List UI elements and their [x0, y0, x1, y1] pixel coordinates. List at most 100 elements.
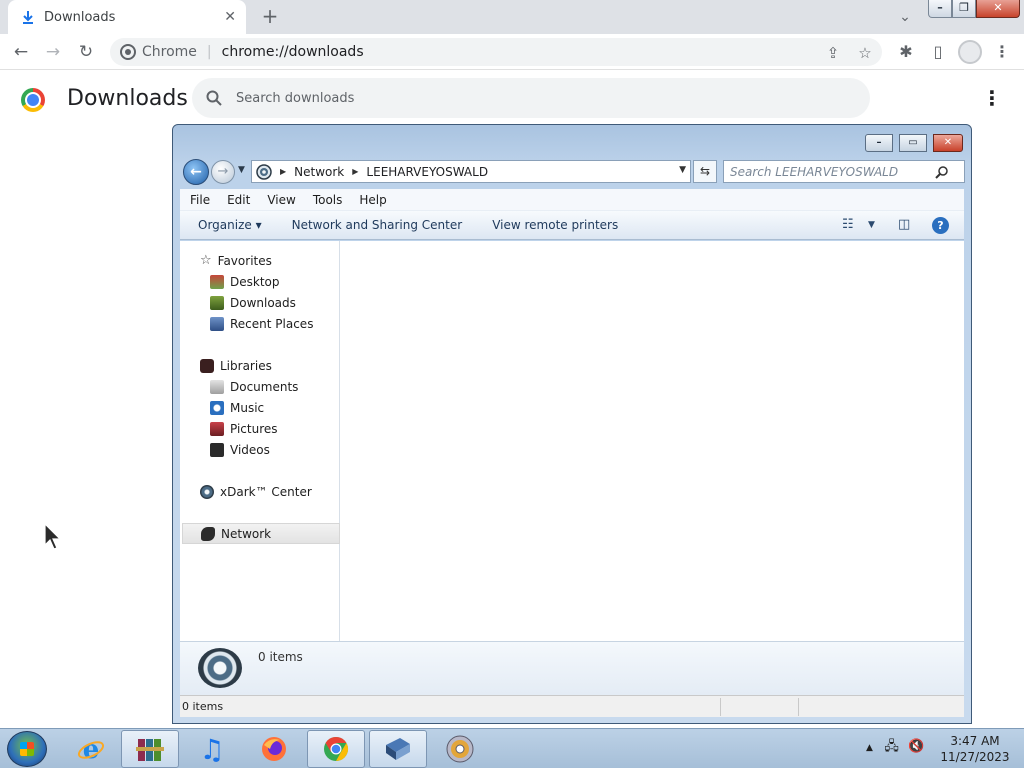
recent-pages-dropdown-icon[interactable]: ▼ [238, 165, 245, 175]
taskbar-explorer-button[interactable] [369, 730, 427, 768]
clock-date: 11/27/2023 [940, 750, 1010, 764]
status-divider [798, 698, 799, 716]
status-bar: 0 items [180, 695, 964, 717]
view-options-dropdown-icon[interactable]: ▼ [868, 220, 875, 230]
firefox-icon[interactable] [245, 730, 303, 768]
network-icon [201, 526, 215, 541]
breadcrumb-computer[interactable]: LEEHARVEYOSWALD [366, 165, 488, 179]
menu-file[interactable]: File [190, 193, 210, 207]
mouse-cursor-icon [44, 523, 62, 550]
menu-edit[interactable]: Edit [227, 193, 250, 207]
preview-pane-icon[interactable]: ◫ [898, 217, 910, 232]
menu-tools[interactable]: Tools [313, 193, 343, 207]
change-view-icon[interactable]: ☷ [842, 217, 854, 232]
menu-view[interactable]: View [267, 193, 295, 207]
chrome-logo-icon [21, 88, 45, 112]
omnibox-url[interactable]: chrome://downloads [222, 44, 364, 60]
nav-downloads-label: Downloads [230, 295, 296, 310]
explorer-window: – ▭ ✕ ← → ▼ ▶ Network ▶ LEEHARVEYOSWALD … [172, 124, 972, 724]
browser-menu-icon[interactable]: ⋮ [990, 40, 1014, 64]
nav-libraries[interactable]: Libraries [200, 355, 358, 376]
reload-icon[interactable]: ↻ [74, 40, 98, 64]
profile-avatar[interactable] [958, 40, 982, 64]
refresh-icon[interactable]: ⇆ [693, 160, 717, 183]
share-icon[interactable]: ⇪ [822, 42, 844, 64]
breadcrumb-separator[interactable]: ▶ [352, 167, 358, 176]
tab-search-icon[interactable]: ⌄ [894, 6, 916, 28]
music-note-icon: ♫ [199, 732, 225, 766]
network-status-icon[interactable]: 🖧 [884, 739, 899, 754]
nav-xdark-center[interactable]: xDark™ Center [200, 481, 358, 502]
maximize-icon: ▭ [908, 137, 918, 148]
nav-xdark-center-label: xDark™ Center [220, 484, 312, 499]
minimize-icon: – [876, 137, 882, 148]
taskbar-winrar-button[interactable] [121, 730, 179, 768]
network-window-icon [386, 738, 410, 760]
clock-time: 3:47 AM [950, 734, 1000, 748]
page-menu-icon[interactable]: ⋮ [982, 86, 1002, 110]
recent-places-icon [210, 316, 224, 331]
network-computer-icon [198, 648, 242, 688]
nav-recent-places-label: Recent Places [230, 316, 314, 331]
chrome-site-icon [120, 44, 136, 60]
omnibox[interactable]: Chrome | chrome://downloads ⇪ ☆ [110, 38, 882, 66]
status-item-count: 0 items [182, 700, 224, 713]
tab-close-icon[interactable]: ✕ [224, 9, 236, 25]
libraries-icon [200, 358, 214, 373]
address-bar[interactable]: ▶ Network ▶ LEEHARVEYOSWALD ▼ [251, 160, 691, 183]
nav-favorites-label: Favorites [217, 253, 272, 268]
nav-network-label: Network [221, 526, 272, 541]
taskbar-chrome-button[interactable] [307, 730, 365, 768]
navigation-pane: ☆ Favorites Desktop Downloads Recent Pla… [180, 241, 340, 641]
explorer-search-box[interactable] [723, 160, 965, 183]
menu-help[interactable]: Help [359, 193, 386, 207]
nav-favorites[interactable]: ☆ Favorites [200, 250, 358, 271]
start-button[interactable] [7, 731, 47, 767]
omnibox-separator: | [206, 44, 212, 60]
explorer-forward-button[interactable]: → [211, 160, 235, 184]
disc-icon [446, 735, 474, 763]
explorer-close-button[interactable]: ✕ [933, 134, 963, 152]
music-icon [210, 400, 224, 415]
details-pane: 0 items [180, 641, 964, 695]
side-panel-icon[interactable]: ▯ [926, 40, 950, 64]
taskbar-clock[interactable]: 3:47 AM 11/27/2023 [940, 733, 1010, 765]
address-dropdown-icon[interactable]: ▼ [679, 165, 686, 175]
view-remote-printers-button[interactable]: View remote printers [492, 218, 618, 232]
new-tab-button[interactable]: + [258, 4, 282, 28]
download-icon [23, 11, 33, 24]
network-sharing-center-button[interactable]: Network and Sharing Center [292, 218, 463, 232]
dvd-player-icon[interactable] [431, 730, 489, 768]
tab-downloads[interactable]: Downloads ✕ [8, 0, 246, 34]
show-hidden-icons-button[interactable]: ▲ [866, 743, 873, 753]
extensions-puzzle-icon[interactable]: ✱ [894, 40, 918, 64]
nav-network[interactable]: Network [182, 523, 340, 544]
internet-explorer-icon[interactable]: e [62, 730, 120, 768]
nav-pictures-label: Pictures [230, 421, 278, 436]
back-arrow-icon[interactable]: ← [9, 40, 33, 64]
organize-button[interactable]: Organize ▾ [198, 218, 262, 232]
forward-arrow-icon[interactable]: → [41, 40, 65, 64]
breadcrumb-separator[interactable]: ▶ [280, 167, 286, 176]
page-title: Downloads [67, 86, 188, 111]
explorer-minimize-button[interactable]: – [865, 134, 893, 152]
explorer-back-button[interactable]: ← [183, 159, 209, 185]
window-minimize-button[interactable]: – [928, 0, 952, 18]
omnibox-site-name: Chrome [142, 44, 197, 60]
downloads-search-input[interactable] [236, 90, 796, 106]
explorer-maximize-button[interactable]: ▭ [899, 134, 927, 152]
downloads-search-box[interactable] [192, 78, 870, 118]
explorer-search-input[interactable] [730, 164, 935, 179]
explorer-menu-bar: File Edit View Tools Help [180, 189, 964, 210]
search-icon [206, 90, 222, 106]
help-icon[interactable]: ? [932, 217, 949, 234]
itunes-music-icon[interactable]: ♫ [183, 730, 241, 768]
window-restore-button[interactable]: ❐ [952, 0, 976, 18]
volume-muted-icon[interactable]: 🔇 [908, 739, 924, 754]
file-list-area[interactable] [340, 241, 964, 641]
taskbar: e ♫ ▲ 🖧 🔇 3:47 AM 11/27/2023 [0, 728, 1024, 768]
breadcrumb-network[interactable]: Network [294, 165, 344, 179]
xdark-center-icon [200, 484, 214, 499]
bookmark-star-icon[interactable]: ☆ [854, 42, 876, 64]
window-close-button[interactable]: ✕ [976, 0, 1020, 18]
